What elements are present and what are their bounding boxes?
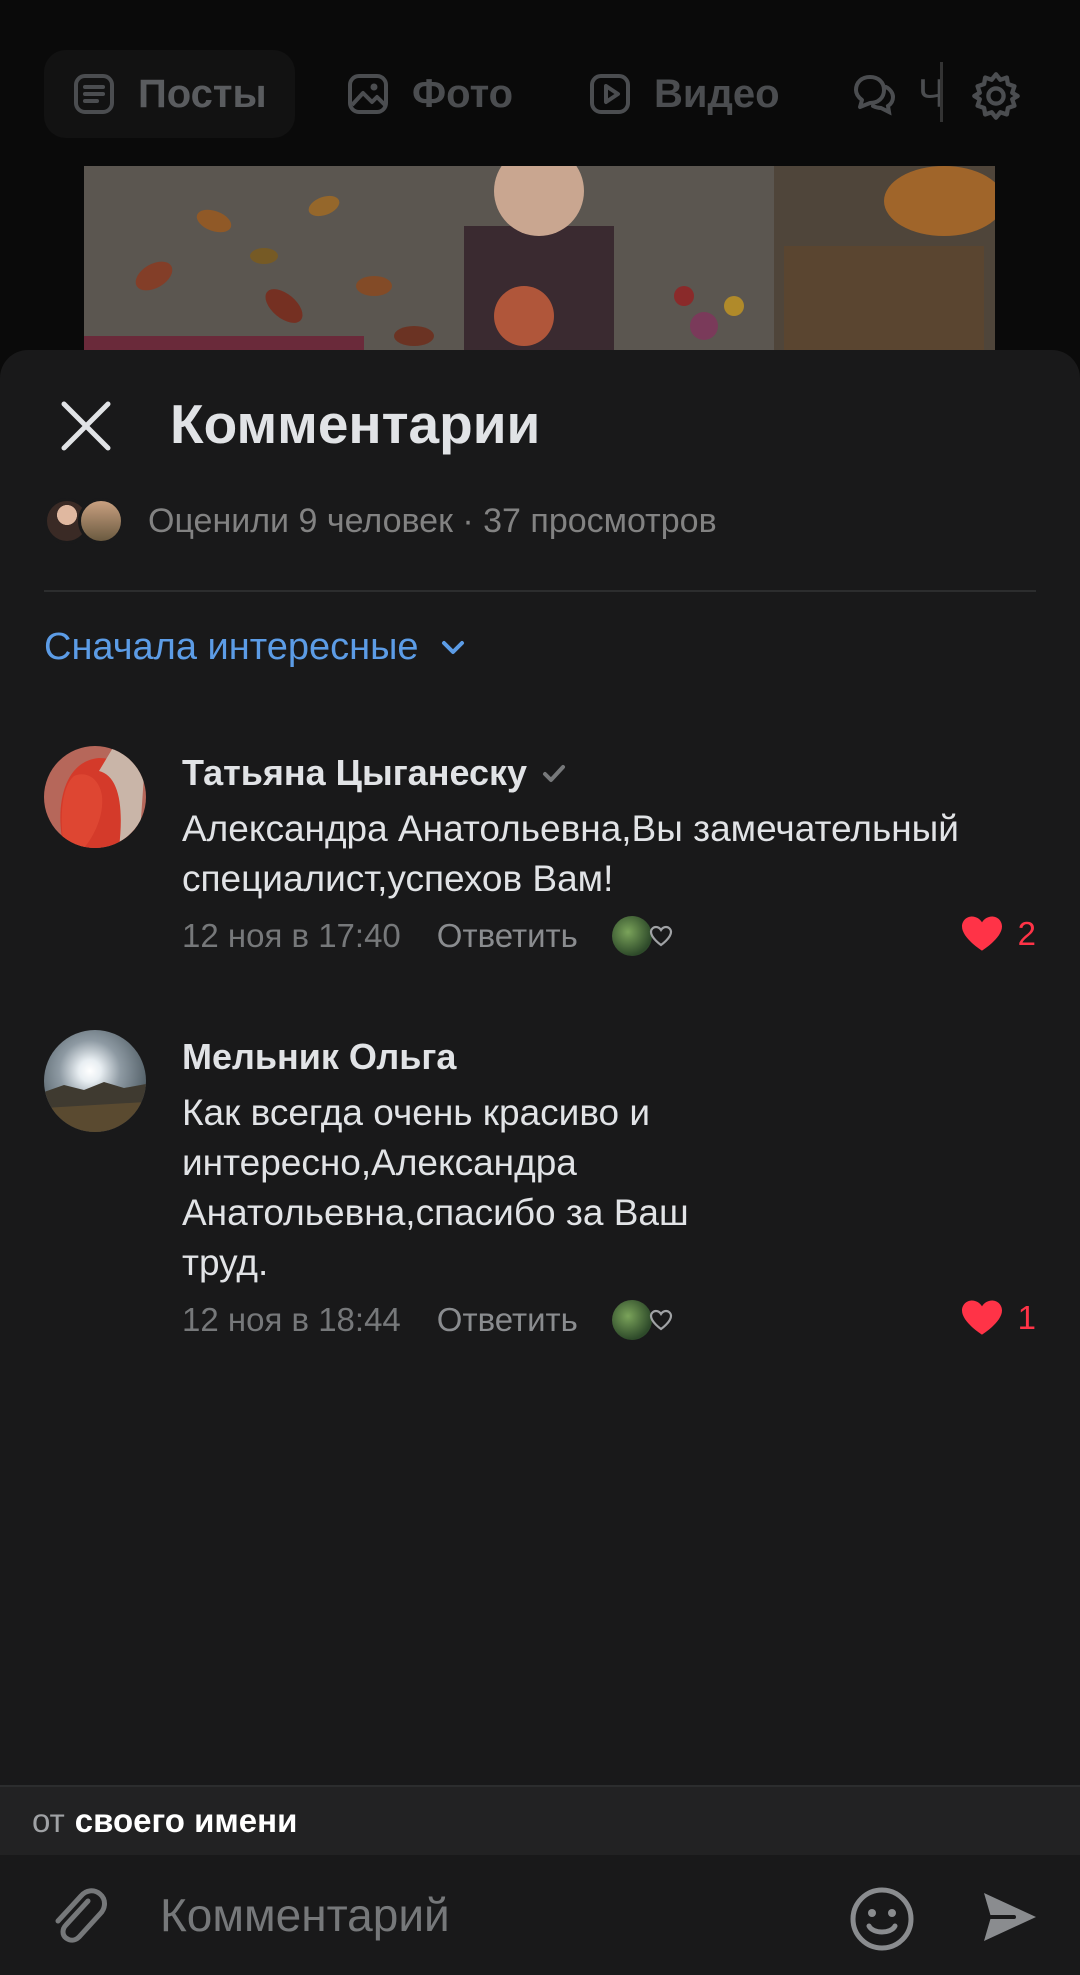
heart-outline-icon <box>649 1309 672 1331</box>
sheet-title: Комментарии <box>170 393 541 455</box>
post-as-prefix: от <box>32 1802 65 1839</box>
verified-check-icon <box>543 765 566 782</box>
divider <box>44 590 1036 592</box>
like-count: 1 <box>1017 1299 1036 1336</box>
chevron-down-icon <box>441 640 464 654</box>
send-icon[interactable] <box>980 1887 1040 1947</box>
comment-text: Как всегда очень красиво и интересно,Але… <box>182 1092 689 1283</box>
author-liked-indicator <box>611 1300 674 1340</box>
tab-divider <box>940 62 943 122</box>
post-as-selector[interactable]: от своего имени <box>0 1785 1080 1855</box>
comment-time: 12 ноя в 18:44 <box>182 1301 401 1338</box>
heart-icon <box>961 1300 1002 1335</box>
like-button[interactable]: 2 <box>960 914 1036 954</box>
posts-icon <box>74 74 114 114</box>
mini-avatar <box>611 916 652 956</box>
comment-text: Александра Анатольевна,Вы замечательный … <box>182 808 959 899</box>
photo-icon <box>348 74 388 114</box>
tab-video[interactable]: Видео <box>586 50 780 138</box>
likers-summary[interactable]: Оценили 9 человек · 37 просмотров <box>44 498 717 544</box>
tab-posts[interactable]: Посты <box>44 50 295 138</box>
chat-icon <box>854 75 896 116</box>
video-icon <box>590 74 630 114</box>
like-count: 2 <box>1017 915 1036 952</box>
reply-button[interactable]: Ответить <box>437 1301 578 1339</box>
comment-author[interactable]: Татьяна Цыганеску <box>182 752 527 794</box>
avatar[interactable] <box>44 746 146 848</box>
post-photo <box>84 166 995 356</box>
close-icon[interactable] <box>54 394 118 458</box>
mini-avatar <box>611 1300 652 1340</box>
author-liked-indicator <box>611 916 674 956</box>
avatar[interactable] <box>44 1030 146 1132</box>
tab-video-label: Видео <box>654 71 780 116</box>
sort-dropdown[interactable]: Сначала интересные <box>44 626 469 669</box>
tab-photo[interactable]: Фото <box>344 50 513 138</box>
tab-photo-label: Фото <box>412 71 514 116</box>
gear-icon[interactable] <box>970 70 1022 122</box>
reply-button[interactable]: Ответить <box>437 917 578 955</box>
liker-avatar <box>78 498 124 544</box>
attach-icon[interactable] <box>44 1883 112 1951</box>
comments-sheet: Комментарии Оценили 9 человек · 37 просм… <box>0 350 1080 1975</box>
likers-text: Оценили 9 человек · 37 просмотров <box>148 501 717 540</box>
comment-time: 12 ноя в 17:40 <box>182 917 401 954</box>
heart-outline-icon <box>649 925 672 947</box>
emoji-icon[interactable] <box>848 1885 916 1953</box>
comment-author[interactable]: Мельник Ольга <box>182 1036 456 1078</box>
tab-posts-label: Посты <box>138 71 267 116</box>
like-button[interactable]: 1 <box>960 1298 1036 1338</box>
post-as-name: своего имени <box>74 1802 298 1839</box>
background-tabs: Посты Фото Видео Ч <box>0 50 1080 140</box>
tab-chats[interactable]: Ч <box>850 50 945 138</box>
sort-label: Сначала интересные <box>44 626 419 668</box>
comment-composer <box>0 1855 1080 1975</box>
comment-input[interactable] <box>160 1879 800 1951</box>
heart-icon <box>961 916 1002 951</box>
